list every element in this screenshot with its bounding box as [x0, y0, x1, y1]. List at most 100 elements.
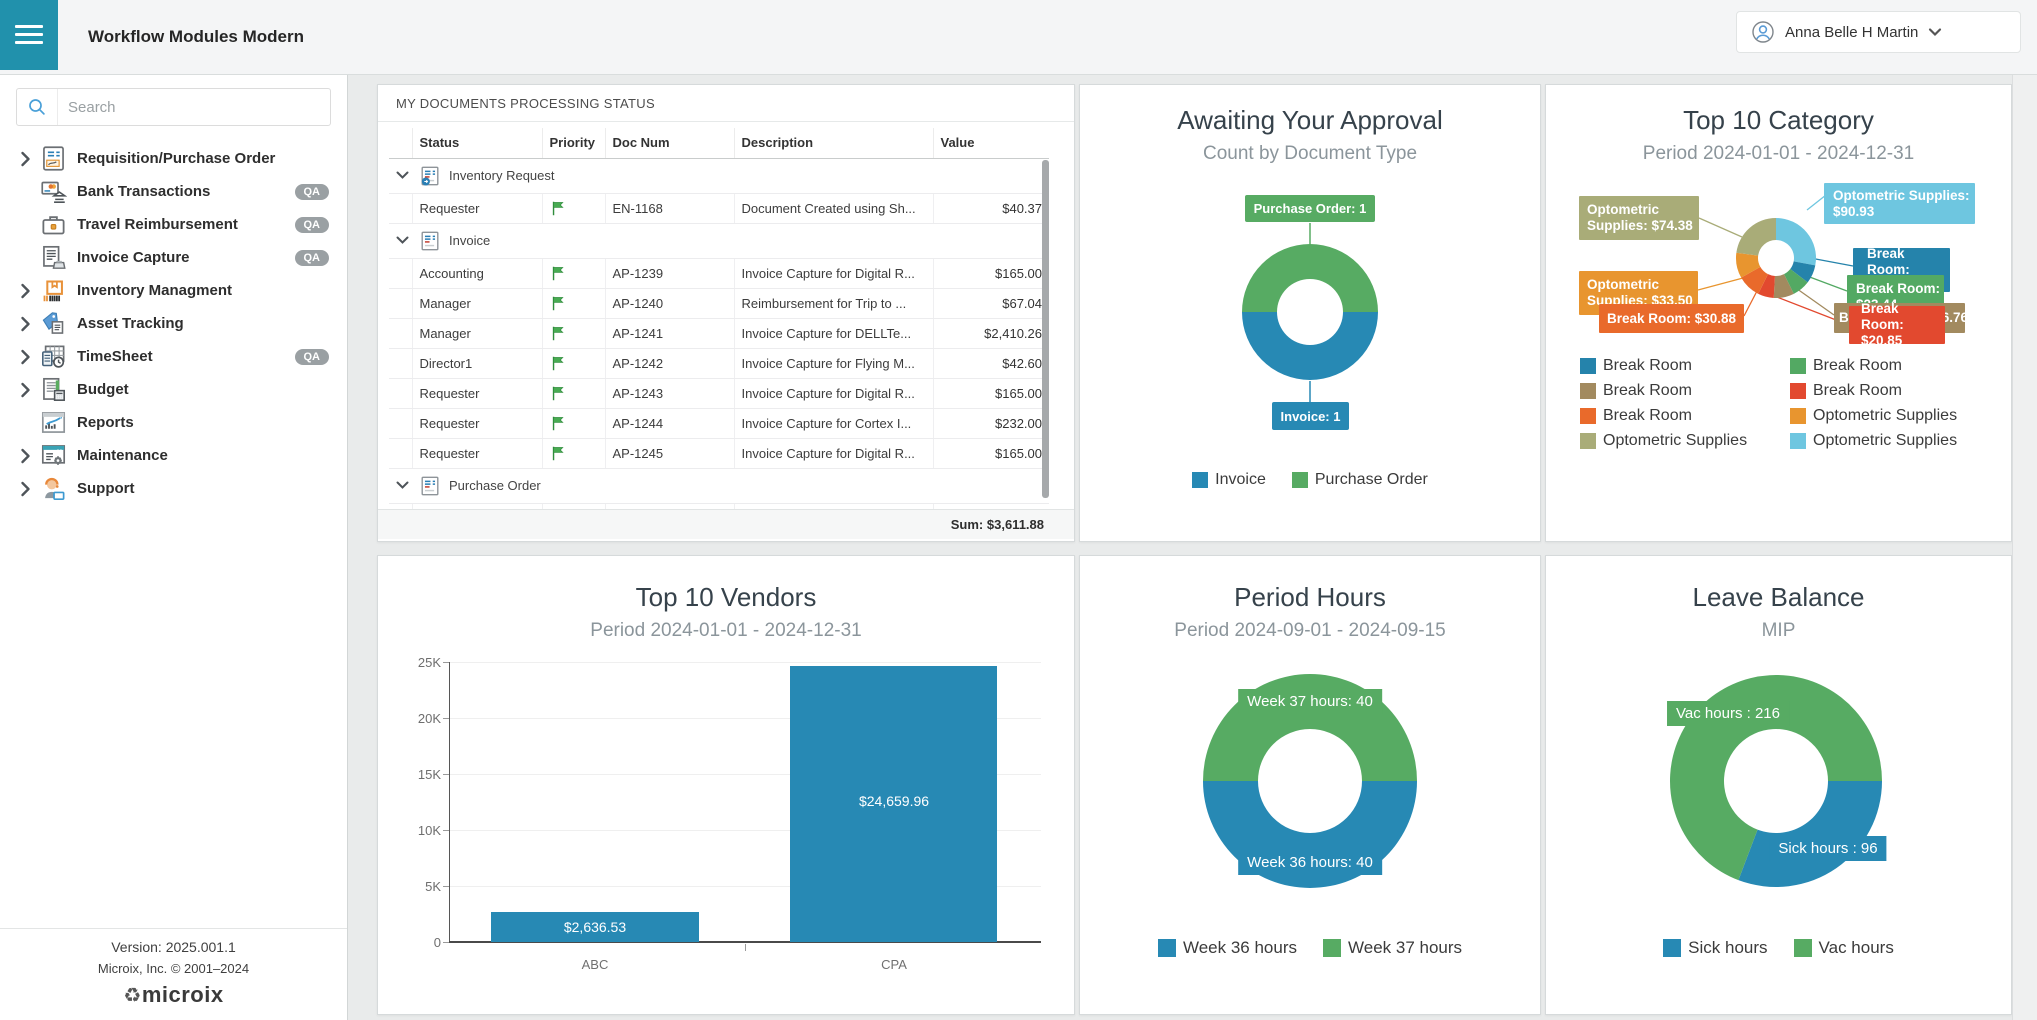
legend-swatch [1323, 939, 1341, 957]
table-row[interactable]: RequesterAP-1244Invoice Capture for Cort… [389, 408, 1049, 438]
sidebar-item-bank-transactions[interactable]: Bank TransactionsQA [0, 175, 347, 208]
group-row-invoice[interactable]: Invoice [389, 223, 1049, 258]
sidebar-item-label: Invoice Capture [77, 249, 190, 266]
chevron-down-icon[interactable] [389, 223, 412, 258]
legend-item[interactable]: Week 37 hours [1323, 938, 1462, 958]
donut-slice-invoice[interactable] [1242, 312, 1378, 380]
group-row-purchase-order[interactable]: Purchase Order [389, 468, 1049, 503]
sidebar-item-budget[interactable]: Budget [0, 373, 347, 406]
dashboard-page: Workflow Modules Modern Anna Belle H Mar… [0, 0, 2037, 1020]
sidebar-item-timesheet[interactable]: TimeSheetQA [0, 340, 347, 373]
table-scrollbar[interactable] [1042, 160, 1049, 498]
cell-doc-num: AP-1239 [605, 258, 734, 288]
callout-invoice: Invoice: 1 [1272, 402, 1349, 430]
donut-slice-purchase-order[interactable] [1242, 244, 1378, 312]
app-header: Workflow Modules Modern Anna Belle H Mar… [0, 0, 2037, 75]
table-row[interactable]: RequesterAP-1245Invoice Capture for Digi… [389, 438, 1049, 468]
row-indent [389, 318, 412, 348]
legend-item[interactable]: Invoice [1192, 471, 1266, 489]
cell-status: Requester [412, 193, 542, 223]
leave-balance-card: Leave Balance MIP Vac hours : 216 Sick h… [1545, 555, 2012, 1015]
legend-swatch [1292, 472, 1308, 488]
legend-label: Optometric Supplies [1603, 432, 1747, 450]
column-header-status[interactable]: Status [412, 128, 542, 158]
sidebar-item-label: Inventory Managment [77, 282, 232, 299]
table-row[interactable]: ManagerAP-1241Invoice Capture for DELLTe… [389, 318, 1049, 348]
table-row[interactable]: ManagerAP-1240Reimbursement for Trip to … [389, 288, 1049, 318]
legend-item[interactable]: Vac hours [1794, 938, 1894, 958]
page-scrollbar-gutter[interactable] [2012, 75, 2037, 1020]
sidebar: Requisition/Purchase OrderBank Transacti… [0, 75, 348, 1020]
legend-item[interactable]: Break Room [1790, 382, 2000, 400]
legend-item[interactable]: Sick hours [1663, 938, 1767, 958]
legend-item[interactable]: Break Room [1580, 407, 1790, 425]
column-header-priority[interactable]: Priority [542, 128, 605, 158]
legend-item[interactable]: Purchase Order [1292, 471, 1428, 489]
legend-item[interactable]: Optometric Supplies [1790, 432, 2000, 450]
column-header-doc-num[interactable]: Doc Num [605, 128, 734, 158]
table-row[interactable]: Director1AP-1242Invoice Capture for Flyi… [389, 348, 1049, 378]
chart-legend: Sick hours Vac hours [1546, 938, 2011, 958]
chevron-right-icon[interactable] [12, 349, 38, 365]
hamburger-menu-button[interactable] [0, 0, 58, 70]
chevron-down-icon[interactable] [389, 158, 412, 193]
donut-slice-optometric-supplies[interactable] [1776, 218, 1816, 265]
support-icon [38, 475, 68, 503]
chevron-right-icon[interactable] [12, 316, 38, 332]
table-row[interactable]: RequesterEN-1168Document Created using S… [389, 193, 1049, 223]
chevron-down-icon[interactable] [389, 468, 412, 503]
sidebar-item-maintenance[interactable]: Maintenance [0, 439, 347, 472]
slice-label-week37: Week 37 hours: 40 [1238, 689, 1382, 714]
user-menu[interactable]: Anna Belle H Martin [1736, 11, 2021, 53]
group-row-inventory-request[interactable]: Inventory Request [389, 158, 1049, 193]
chevron-right-icon[interactable] [12, 151, 38, 167]
legend-item[interactable]: Break Room [1790, 357, 2000, 375]
cell-description: Reimbursement for Trip to ... [734, 288, 933, 318]
cell-doc-num: AP-1241 [605, 318, 734, 348]
sidebar-item-travel-reimbursement[interactable]: Travel ReimbursementQA [0, 208, 347, 241]
hamburger-bar [15, 41, 43, 44]
sidebar-item-invoice-capture[interactable]: Invoice CaptureQA [0, 241, 347, 274]
legend-label: Break Room [1603, 382, 1692, 400]
cell-doc-num: AP-1242 [605, 348, 734, 378]
budget-icon [38, 376, 68, 404]
column-header-description[interactable]: Description [734, 128, 933, 158]
legend-swatch [1580, 383, 1596, 399]
version-text: Version: 2025.001.1 [0, 939, 347, 955]
sidebar-item-inventory-managment[interactable]: Inventory Managment [0, 274, 347, 307]
group-name: Purchase Order [449, 478, 541, 493]
cell-value: $165.00 [933, 258, 1049, 288]
table-row[interactable]: AccountingAP-1239Invoice Capture for Dig… [389, 258, 1049, 288]
sidebar-item-support[interactable]: Support [0, 472, 347, 505]
chevron-right-icon[interactable] [12, 283, 38, 299]
priority-flag-icon [542, 258, 605, 288]
column-header-value[interactable]: Value [933, 128, 1049, 158]
awaiting-approval-card: Awaiting Your Approval Count by Document… [1079, 84, 1541, 542]
legend-item[interactable]: Week 36 hours [1158, 938, 1297, 958]
priority-flag-icon [542, 408, 605, 438]
legend-item[interactable]: Optometric Supplies [1790, 407, 2000, 425]
hamburger-bar [15, 33, 43, 36]
sidebar-item-asset-tracking[interactable]: Asset Tracking [0, 307, 347, 340]
table-row[interactable]: RequesterAP-1243Invoice Capture for Digi… [389, 378, 1049, 408]
document-type-icon [419, 165, 441, 187]
sidebar-item-requisition-purchase-order[interactable]: Requisition/Purchase Order [0, 142, 347, 175]
cell-description: Invoice Capture for Digital R... [734, 438, 933, 468]
vendors-bar-plot[interactable]: 0 5K 10K 15K 20K 25K $2,636.53 $24,659.9… [449, 662, 1041, 942]
donut-slice-optometric-supplies[interactable] [1736, 218, 1776, 256]
priority-flag-icon [542, 318, 605, 348]
table-sum-row: Sum: $3,611.88 [378, 509, 1074, 539]
legend-item[interactable]: Break Room [1580, 382, 1790, 400]
legend-item[interactable]: Optometric Supplies [1580, 432, 1790, 450]
cell-doc-num: AP-1244 [605, 408, 734, 438]
chevron-right-icon[interactable] [12, 382, 38, 398]
chevron-right-icon[interactable] [12, 448, 38, 464]
sidebar-item-reports[interactable]: Reports [0, 406, 347, 439]
chevron-right-icon[interactable] [12, 481, 38, 497]
row-indent [389, 378, 412, 408]
sidebar-item-label: Travel Reimbursement [77, 216, 238, 233]
search-input[interactable] [58, 99, 330, 116]
legend-label: Week 37 hours [1348, 938, 1462, 958]
donut-slice-sick-hours[interactable] [1738, 781, 1882, 887]
legend-item[interactable]: Break Room [1580, 357, 1790, 375]
